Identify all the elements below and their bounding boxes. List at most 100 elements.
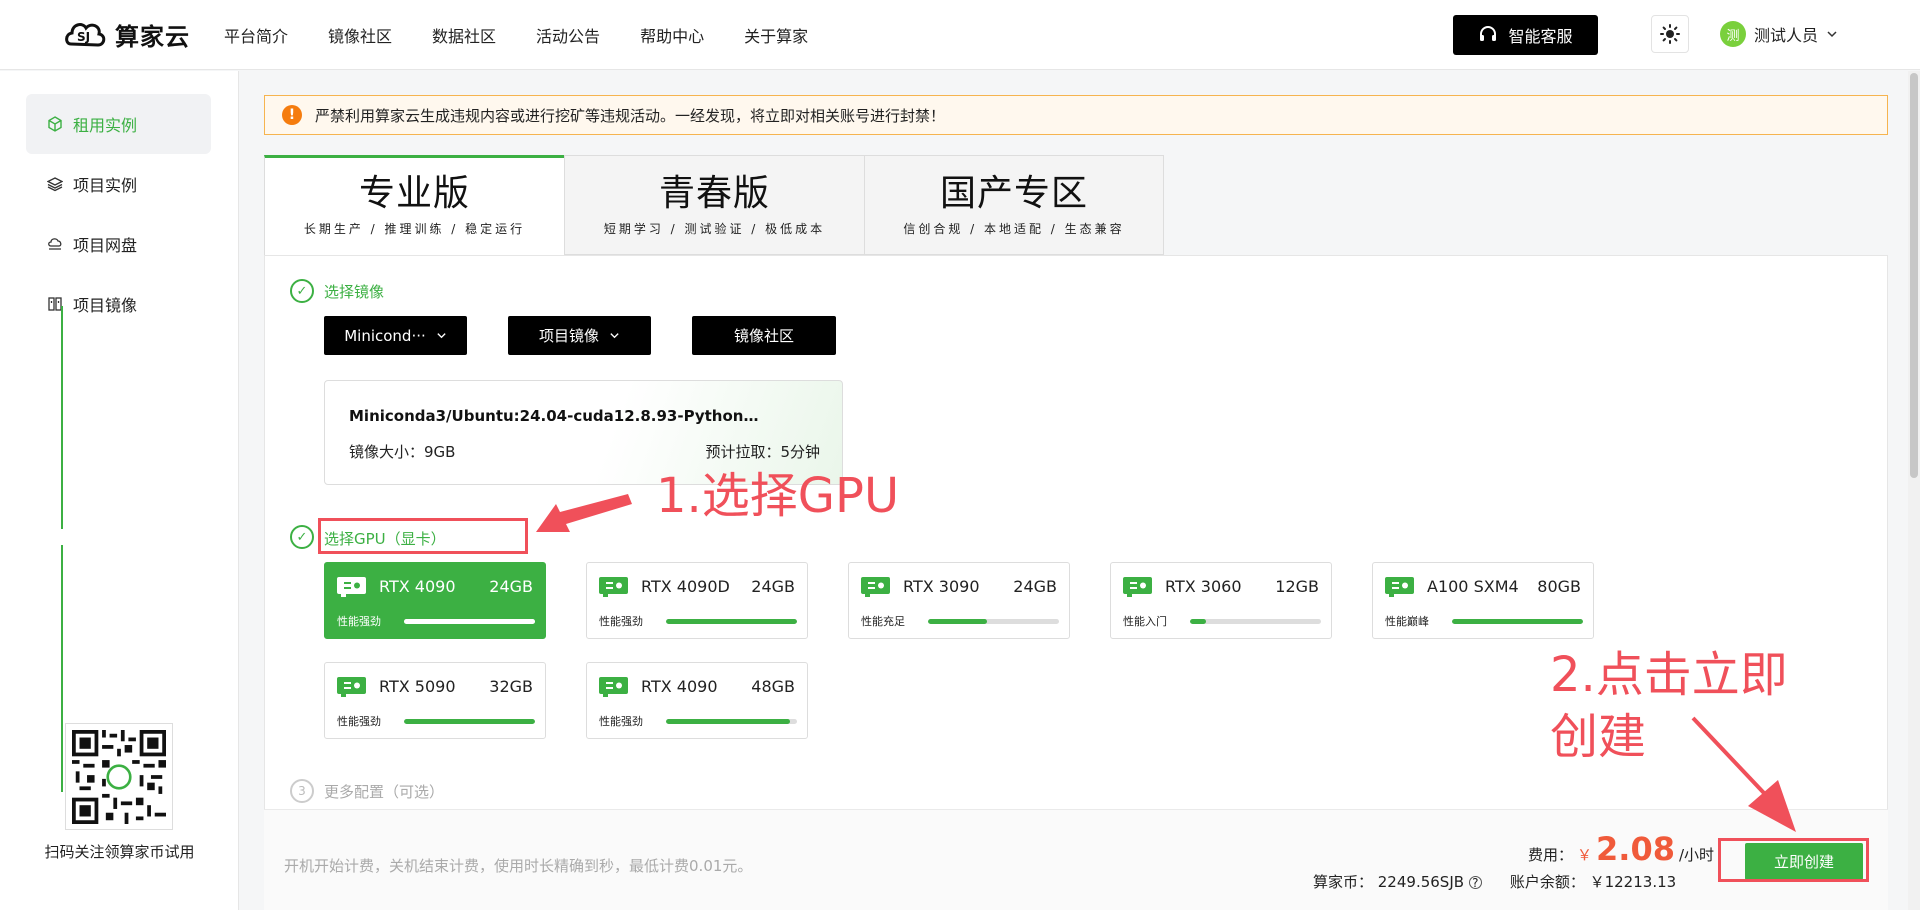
tab-subtitle: 短期学习 / 测试验证 / 极低成本 xyxy=(603,222,826,236)
image-community-button[interactable]: 镜像社区 xyxy=(692,316,836,355)
gpu-memory: 24GB xyxy=(489,577,533,596)
qr-code-image xyxy=(72,730,166,824)
headset-icon xyxy=(1480,26,1497,41)
gpu-performance-fill xyxy=(404,619,535,624)
gpu-icon xyxy=(599,677,628,697)
account-balance: 账户余额： ￥12213.13 xyxy=(1509,873,1677,891)
gpu-icon xyxy=(1385,577,1414,597)
gpu-performance-bar xyxy=(404,719,535,724)
image-pull-time: 预计拉取：5分钟 xyxy=(705,443,820,461)
gpu-icon xyxy=(1123,577,1152,597)
warning-text: 严禁利用算家云生成违规内容或进行挖矿等违规活动。一经发现，将立即对相关账号进行封… xyxy=(315,106,946,125)
sidebar-item-project-image[interactable]: 项目镜像 xyxy=(26,274,211,334)
scrollbar[interactable] xyxy=(1908,71,1920,910)
layers-icon xyxy=(47,177,63,192)
gpu-name: RTX 4090D xyxy=(641,577,730,596)
gpu-performance-fill xyxy=(1452,619,1583,624)
gpu-performance-fill xyxy=(928,619,987,624)
logo[interactable]: SJ 算家云 xyxy=(63,14,190,54)
gpu-icon xyxy=(337,577,366,597)
sidebar-item-rent-instance[interactable]: 租用实例 xyxy=(26,94,211,154)
gpu-performance-label: 性能巅峰 xyxy=(1385,615,1429,628)
step-number-3: 3 xyxy=(290,779,314,803)
gpu-card[interactable]: A100 SXM4 80GB 性能巅峰 xyxy=(1372,562,1594,639)
coin-balance: 算家币： 2249.56SJB ? xyxy=(1313,871,1482,892)
nav-events[interactable]: 活动公告 xyxy=(536,23,600,47)
fee-amount: 2.08 xyxy=(1596,830,1675,868)
gpu-name: RTX 3090 xyxy=(903,577,980,596)
logo-cloud-icon: SJ xyxy=(65,23,106,47)
gpu-card[interactable]: RTX 4090 24GB 性能强劲 xyxy=(324,562,546,639)
gpu-card[interactable]: RTX 4090D 24GB 性能强劲 xyxy=(586,562,808,639)
chevron-down-icon xyxy=(437,333,446,339)
annotation-step2-text-line2: 创建 xyxy=(1550,709,1647,765)
image-size: 镜像大小：9GB xyxy=(349,443,456,461)
sidebar-item-label: 项目镜像 xyxy=(73,296,138,315)
gpu-performance-bar xyxy=(928,619,1059,624)
gpu-name: RTX 5090 xyxy=(379,677,456,696)
sidebar: 租用实例 项目实例 项目网盘 项目镜像 扫码关注领算家币试用 xyxy=(0,71,239,910)
top-header: SJ 算家云 平台简介 镜像社区 数据社区 活动公告 帮助中心 关于算家 智能客… xyxy=(0,0,1920,70)
step-connector xyxy=(61,306,63,529)
billing-note: 开机开始计费，关机结束计费，使用时长精确到秒，最低计费0.01元。 xyxy=(284,857,753,875)
sidebar-item-project-instance[interactable]: 项目实例 xyxy=(26,154,211,214)
chevron-down-icon xyxy=(1827,31,1837,38)
image-name: Miniconda3/Ubuntu:24.04-cuda12.8.93-Pyth… xyxy=(349,407,759,425)
gpu-icon xyxy=(599,577,628,597)
user-name: 测试人员 xyxy=(1754,26,1819,45)
gpu-performance-label: 性能强劲 xyxy=(337,715,381,728)
nav-image-community[interactable]: 镜像社区 xyxy=(328,23,392,47)
qr-code xyxy=(65,723,173,830)
step-connector xyxy=(61,545,63,792)
tab-title: 专业版 xyxy=(358,173,470,214)
fee-label: 费用： xyxy=(1528,846,1574,864)
gpu-card[interactable]: RTX 3090 24GB 性能充足 xyxy=(848,562,1070,639)
scrollbar-thumb[interactable] xyxy=(1910,73,1918,478)
sidebar-item-label: 租用实例 xyxy=(73,116,138,135)
smart-service-button[interactable]: 智能客服 xyxy=(1453,15,1598,55)
order-footer: 开机开始计费，关机结束计费，使用时长精确到秒，最低计费0.01元。 费用： ￥ … xyxy=(264,809,1888,910)
gpu-performance-fill xyxy=(1190,619,1206,624)
fee-unit: /小时 xyxy=(1678,846,1715,864)
nav-platform[interactable]: 平台简介 xyxy=(224,23,288,47)
gpu-performance-fill xyxy=(404,719,535,724)
qr-caption: 扫码关注领算家币试用 xyxy=(44,843,195,861)
gpu-name: RTX 4090 xyxy=(379,577,456,596)
help-circle-icon[interactable]: ? xyxy=(1468,876,1482,889)
gpu-card[interactable]: RTX 5090 32GB 性能强劲 xyxy=(324,662,546,739)
gpu-memory: 48GB xyxy=(751,677,795,696)
annotation-create-highlight xyxy=(1718,838,1869,882)
gpu-memory: 80GB xyxy=(1537,577,1581,596)
check-circle-icon: ✓ xyxy=(290,525,314,549)
gpu-performance-bar xyxy=(1190,619,1321,624)
gpu-memory: 24GB xyxy=(751,577,795,596)
gpu-card[interactable]: RTX 4090 48GB 性能强劲 xyxy=(586,662,808,739)
gpu-performance-label: 性能强劲 xyxy=(337,615,381,628)
fee-display: 费用： ￥ 2.08 /小时 xyxy=(1528,830,1714,868)
nav-about[interactable]: 关于算家 xyxy=(744,23,808,47)
project-image-label: 项目镜像 xyxy=(538,327,599,345)
gpu-card[interactable]: RTX 3060 12GB 性能入门 xyxy=(1110,562,1332,639)
warning-icon: ! xyxy=(282,105,302,125)
sun-icon xyxy=(1660,24,1680,44)
gpu-name: RTX 4090 xyxy=(641,677,718,696)
project-image-dropdown[interactable]: 项目镜像 xyxy=(508,316,651,355)
gpu-icon xyxy=(337,677,366,697)
step-more-config[interactable]: 更多配置（可选） xyxy=(324,781,444,802)
gpu-performance-fill xyxy=(666,619,797,624)
logo-text: 算家云 xyxy=(115,22,190,51)
gpu-memory: 24GB xyxy=(1013,577,1057,596)
tab-youth[interactable]: 青春版 短期学习 / 测试验证 / 极低成本 xyxy=(564,155,864,255)
tab-pro[interactable]: 专业版 长期生产 / 推理训练 / 稳定运行 xyxy=(264,155,564,256)
theme-toggle-button[interactable] xyxy=(1651,15,1689,53)
sidebar-item-project-drive[interactable]: 项目网盘 xyxy=(26,214,211,274)
system-image-dropdown[interactable]: Minicond··· xyxy=(324,316,467,355)
gpu-performance-bar xyxy=(404,619,535,624)
cube-icon xyxy=(48,116,62,132)
nav-help[interactable]: 帮助中心 xyxy=(640,23,704,47)
nav-data-community[interactable]: 数据社区 xyxy=(432,23,496,47)
tab-domestic[interactable]: 国产专区 信创合规 / 本地适配 / 生态兼容 xyxy=(864,155,1164,255)
avatar: 测 xyxy=(1720,21,1746,47)
user-menu[interactable]: 测 测试人员 xyxy=(1720,21,1838,47)
gpu-performance-label: 性能入门 xyxy=(1123,615,1167,628)
